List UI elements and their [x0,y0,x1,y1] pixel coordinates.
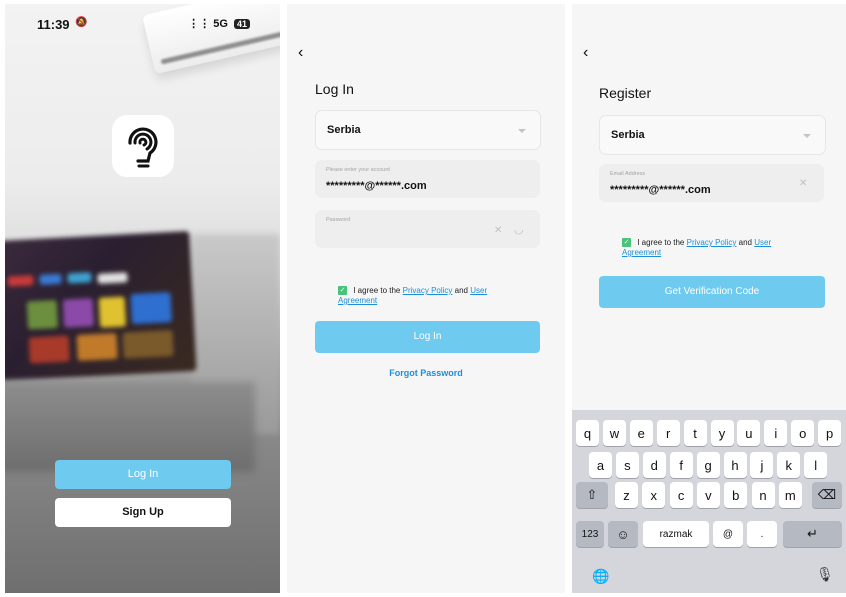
cabinet-photo [5,382,255,472]
backspace-icon: ⌫ [817,487,837,502]
key-d[interactable]: d [642,452,666,478]
agree-checkbox[interactable]: ✓ [622,238,631,248]
agreement-link[interactable]: Agreement [622,248,661,257]
at-key[interactable]: @ [713,521,743,547]
delete-key[interactable]: ⌫ [812,482,842,508]
space-key[interactable]: razmak [643,521,709,547]
key-r[interactable]: r [656,420,680,446]
country-select[interactable]: Serbia [315,110,541,150]
keyboard: qwertyuiop asdfghjkl zxcvbnm ⇧ ⌫ 123 ☺ r… [572,410,846,593]
network-type: 5G [213,18,228,30]
privacy-policy-link[interactable]: Privacy Policy [687,238,737,247]
smart-bulb-icon [128,127,158,168]
email-value: *********@******.com [610,184,711,196]
forgot-password-link[interactable]: Forgot Password [287,368,565,378]
key-b[interactable]: b [724,482,748,508]
back-chevron-icon[interactable]: ‹ [298,44,303,62]
key-h[interactable]: h [723,452,747,478]
user-link[interactable]: User [470,286,487,295]
key-z[interactable]: z [615,482,638,508]
key-i[interactable]: i [764,420,788,446]
key-v[interactable]: v [696,482,720,508]
country-value: Serbia [327,124,361,136]
eye-closed-icon[interactable]: ◡ [514,223,524,236]
close-icon[interactable]: ✕ [494,225,502,236]
shift-key[interactable]: ⇧ [576,482,608,508]
key-p[interactable]: p [818,420,842,446]
return-key[interactable]: ↵ [783,521,842,547]
back-chevron-icon[interactable]: ‹ [583,44,588,62]
agree-prefix: I agree to the [353,286,401,295]
agree-prefix: I agree to the [637,238,685,247]
status-signal: ⋮⋮ 5G 41 [188,17,250,30]
account-label: Please enter your account [326,167,390,173]
key-g[interactable]: g [696,452,720,478]
key-s[interactable]: s [615,452,639,478]
close-icon[interactable]: ✕ [799,178,807,189]
key-l[interactable]: l [804,452,828,478]
chevron-down-icon [518,129,526,133]
key-y[interactable]: y [710,420,734,446]
splash-login-button[interactable]: Log In [55,460,231,489]
microphone-icon[interactable]: 🎙 [816,566,834,583]
signup-button[interactable]: Sign Up [55,498,231,527]
agreement-row: ✓ I agree to the Privacy Policy and User… [622,238,822,258]
account-value: *********@******.com [326,180,427,192]
battery-icon: 41 [233,19,250,30]
email-field[interactable]: Email Address *********@******.com ✕ [599,164,824,202]
privacy-policy-link[interactable]: Privacy Policy [403,286,453,295]
user-link[interactable]: User [754,238,771,247]
dot-key[interactable]: . [747,521,777,547]
key-c[interactable]: c [669,482,693,508]
silent-bell-icon: 🔕 [75,17,88,28]
splash-screen: 11:39 🔕 ⋮⋮ 5G 41 Log In Sign Up [5,4,280,593]
globe-icon[interactable]: 🌐 [592,568,609,585]
login-screen: ‹ Log In Serbia Please enter your accoun… [287,4,565,593]
agreement-link[interactable]: Agreement [338,296,377,305]
numbers-key[interactable]: 123 [576,521,604,547]
key-o[interactable]: o [791,420,815,446]
tv-photo [5,230,197,382]
agreement-row: ✓ I agree to the Privacy Policy and User… [338,286,538,306]
password-field[interactable]: Password ✕ ◡ [315,210,540,248]
key-f[interactable]: f [669,452,693,478]
status-bar: 11:39 🔕 ⋮⋮ 5G 41 [5,17,280,33]
emoji-key[interactable]: ☺ [608,521,638,547]
key-t[interactable]: t [683,420,707,446]
country-value: Serbia [611,129,645,141]
key-w[interactable]: w [602,420,626,446]
return-icon: ↵ [807,526,818,541]
key-u[interactable]: u [737,420,761,446]
page-title: Log In [315,81,354,97]
chevron-down-icon [803,134,811,138]
page-title: Register [599,85,652,101]
login-button[interactable]: Log In [315,321,540,353]
signal-bars-icon: ⋮⋮ [188,18,211,30]
key-e[interactable]: e [629,420,653,446]
key-x[interactable]: x [642,482,666,508]
agree-and: and [454,286,469,295]
register-screen: ‹ Register Serbia Email Address ********… [572,4,846,593]
key-k[interactable]: k [777,452,801,478]
get-verification-code-button[interactable]: Get Verification Code [599,276,825,308]
agree-checkbox[interactable]: ✓ [338,286,347,296]
key-a[interactable]: a [589,452,612,478]
email-label: Email Address [610,171,646,177]
app-logo [112,115,174,177]
country-select[interactable]: Serbia [599,115,826,155]
key-n[interactable]: n [751,482,775,508]
agree-and: and [738,238,753,247]
password-label: Password [326,217,351,223]
key-q[interactable]: q [576,420,599,446]
key-j[interactable]: j [750,452,774,478]
shift-icon: ⇧ [586,487,598,502]
status-time: 11:39 [37,17,70,32]
key-m[interactable]: m [778,482,802,508]
emoji-icon: ☺ [616,526,630,542]
account-field[interactable]: Please enter your account *********@****… [315,160,540,198]
